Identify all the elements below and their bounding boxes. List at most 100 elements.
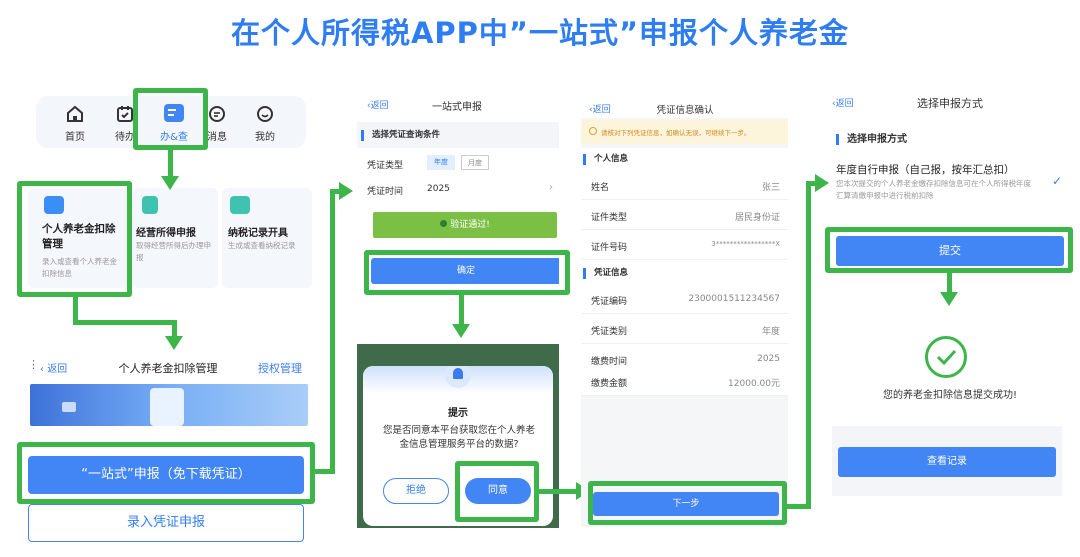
option-annual[interactable]: 年度自行申报（自己报，按年汇总扣） 您本次提交的个人养老金缴存扣除信息可在个人所… — [830, 158, 1070, 210]
verified-badge: 验证通过! — [373, 212, 557, 238]
type-option-month[interactable]: 月度 — [461, 155, 489, 170]
highlight-pension-card — [17, 181, 132, 297]
chevron-right-icon: › — [549, 182, 553, 193]
section-voucher: 凭证信息 — [583, 268, 628, 279]
row-key: 姓名 — [591, 183, 610, 193]
banner-image — [30, 384, 308, 426]
back-link[interactable]: ‹返回 — [832, 96, 854, 109]
connector — [330, 189, 335, 474]
row-id-type: 证件类型 居民身份证 — [581, 200, 788, 230]
voucher-time-label: 凭证时间 — [367, 187, 404, 197]
option-title: 年度自行申报（自己报，按年汇总扣） — [836, 164, 1015, 176]
row-value: 年度 — [761, 327, 780, 337]
dialog-body: 您是否同意本平台获取您在个人养老金信息管理服务平台的数据? — [382, 425, 535, 450]
back-link[interactable]: ‹返回 — [589, 102, 611, 115]
home-icon — [67, 105, 83, 122]
row-key: 缴费金额 — [591, 379, 628, 389]
check-circle-icon — [440, 220, 448, 227]
back-link[interactable]: ‹返回 — [367, 98, 389, 111]
screen-title: 一站式申报 — [432, 102, 482, 113]
voucher-time-value[interactable]: 2025 — [427, 184, 450, 194]
screen-title: 选择申报方式 — [917, 97, 983, 110]
business-icon — [142, 196, 158, 214]
row-voucher-code: 凭证编码 2300001511234567 — [581, 284, 788, 314]
arrow-icon — [165, 336, 183, 350]
view-records-button[interactable]: 查看记录 — [838, 447, 1056, 477]
calendar-check-icon — [117, 106, 133, 122]
row-name: 姓名 张三 — [581, 170, 788, 200]
reject-button[interactable]: 拒绝 — [383, 478, 449, 504]
arrow-icon — [339, 182, 353, 200]
row-voucher-type: 凭证类别 年度 — [581, 314, 788, 344]
card-record-title: 纳税记录开具 — [228, 228, 288, 239]
highlight-confirm-button — [364, 250, 570, 295]
row-value: 12000.00元 — [728, 379, 780, 389]
back-label: 返回 — [47, 364, 68, 375]
notice-text: 请核对下列凭证信息，如确认无误，可继续下一步。 — [601, 129, 751, 137]
nav-item-home[interactable]: 首页 — [58, 102, 92, 146]
card-record-desc: 生成或查看纳税记录 — [228, 241, 296, 250]
success-text: 您的养老金扣除信息提交成功! — [882, 390, 1017, 401]
type-option-year[interactable]: 年度 — [427, 155, 455, 170]
verified-text: 验证通过! — [450, 220, 490, 230]
arrow-icon — [452, 324, 470, 338]
row-value: 张三 — [761, 183, 780, 193]
check-icon: ✓ — [1051, 174, 1062, 188]
auth-link[interactable]: 授权管理 — [258, 360, 302, 376]
smile-icon — [257, 106, 273, 122]
row-pay-amount: 缴费金额 12000.00元 — [581, 366, 788, 396]
nav-label-home: 首页 — [65, 132, 85, 143]
card-business-desc: 取得经营所得后办理申报 — [136, 241, 211, 262]
dialog-title: 提示 — [448, 408, 468, 419]
personal-block: 个人信息 姓名 张三 证件类型 居民身份证 证件号码 3***************… — [581, 148, 788, 268]
subpage-header: ⋮ ‹ 返回 个人养老金扣除管理 授权管理 — [28, 354, 318, 378]
info-icon — [589, 127, 597, 135]
back-label: 返回 — [592, 105, 611, 115]
panel-voucher-confirm: ‹返回 凭证信息确认 请核对下列凭证信息，如确认无误，可继续下一步。 个人信息 … — [581, 92, 788, 527]
card-business-title: 经营所得申报 — [136, 228, 196, 239]
card-business[interactable]: 经营所得申报 取得经营所得后办理申报 — [132, 188, 218, 288]
connector — [806, 181, 811, 509]
back-link[interactable]: ‹ 返回 — [40, 360, 67, 375]
row-value: 2025 — [757, 354, 780, 364]
back-label: 返回 — [835, 99, 854, 109]
highlight-agree-button — [455, 461, 539, 522]
row-value: 居民身份证 — [734, 213, 780, 223]
card-tax-record[interactable]: 纳税记录开具 生成或查看纳税记录 — [222, 188, 312, 288]
highlight-service-tab — [133, 88, 208, 150]
row-key: 证件号码 — [591, 243, 628, 253]
row-key: 凭证编码 — [591, 297, 628, 307]
highlight-submit-button — [825, 227, 1073, 273]
option-desc: 您本次提交的个人养老金缴存扣除信息可在个人所得税年度汇算清缴申报中进行税前扣除 — [836, 179, 1031, 200]
success-icon — [925, 336, 967, 378]
manual-declare-button[interactable]: 录入凭证申报 — [28, 504, 304, 542]
record-icon — [230, 196, 250, 214]
connector — [459, 295, 464, 325]
connector — [168, 150, 173, 176]
connector — [73, 320, 177, 325]
nav-label-mine: 我的 — [255, 132, 275, 143]
arrow-icon — [940, 292, 958, 306]
section-method: 选择申报方式 — [836, 134, 907, 145]
more-dots-icon: ⋮ — [28, 358, 39, 371]
arrow-icon — [815, 174, 829, 192]
page-title: 在个人所得税APP中”一站式”申报个人养老金 — [230, 16, 850, 50]
row-value: 3*****************X — [711, 240, 780, 248]
row-key: 凭证类别 — [591, 327, 628, 337]
connector — [539, 489, 577, 494]
arrow-icon — [161, 176, 179, 190]
row-value: 2300001511234567 — [688, 294, 780, 304]
section-personal: 个人信息 — [583, 154, 628, 165]
row-id-number: 证件号码 3*****************X — [581, 230, 788, 260]
message-icon — [209, 106, 225, 122]
subpage-title: 个人养老金扣除管理 — [118, 362, 218, 375]
connector — [947, 273, 952, 293]
notice-bar: 请核对下列凭证信息，如确认无误，可继续下一步。 — [581, 120, 788, 144]
row-key: 证件类型 — [591, 213, 628, 223]
back-label: 返回 — [370, 101, 389, 111]
nav-item-mine[interactable]: 我的 — [248, 102, 282, 146]
voucher-type-label: 凭证类型 — [367, 161, 404, 171]
highlight-one-stop-button — [17, 442, 315, 504]
screen-title: 凭证信息确认 — [656, 105, 714, 116]
section-query: 选择凭证查询条件 — [361, 130, 440, 141]
